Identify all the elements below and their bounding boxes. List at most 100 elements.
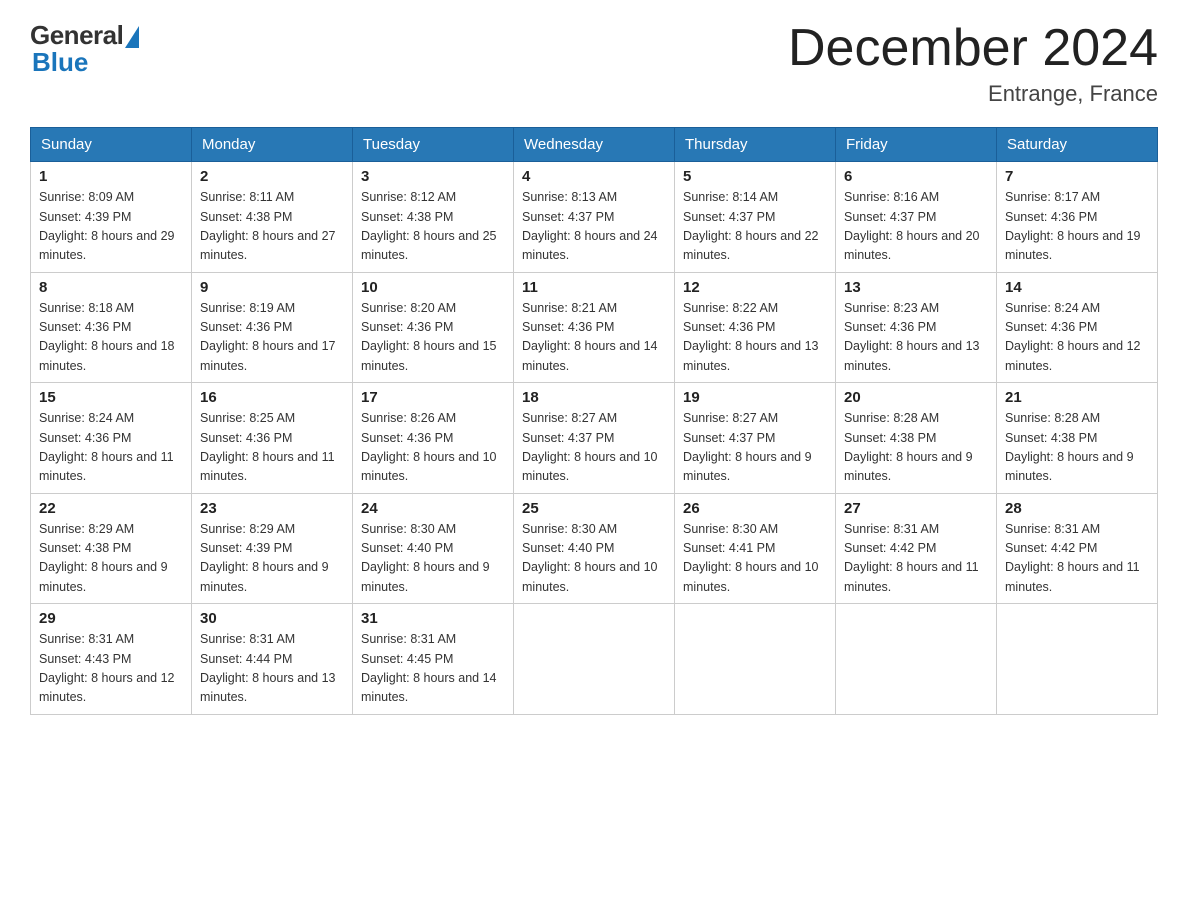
weekday-header-sunday: Sunday bbox=[31, 128, 192, 162]
day-info: Sunrise: 8:12 AMSunset: 4:38 PMDaylight:… bbox=[361, 188, 505, 266]
calendar-day-cell: 24 Sunrise: 8:30 AMSunset: 4:40 PMDayligh… bbox=[353, 493, 514, 604]
day-info: Sunrise: 8:31 AMSunset: 4:42 PMDaylight:… bbox=[844, 520, 988, 598]
calendar-week-row: 22 Sunrise: 8:29 AMSunset: 4:38 PMDayligh… bbox=[31, 493, 1158, 604]
day-number: 16 bbox=[200, 389, 344, 406]
calendar-week-row: 15 Sunrise: 8:24 AMSunset: 4:36 PMDayligh… bbox=[31, 383, 1158, 494]
weekday-header-monday: Monday bbox=[192, 128, 353, 162]
day-number: 15 bbox=[39, 389, 183, 406]
calendar-day-cell: 18 Sunrise: 8:27 AMSunset: 4:37 PMDayligh… bbox=[514, 383, 675, 494]
location-text: Entrange, France bbox=[788, 81, 1158, 107]
calendar-day-cell: 10 Sunrise: 8:20 AMSunset: 4:36 PMDayligh… bbox=[353, 272, 514, 383]
day-number: 18 bbox=[522, 389, 666, 406]
calendar-day-cell bbox=[514, 604, 675, 715]
logo-blue-text: Blue bbox=[32, 47, 88, 78]
day-info: Sunrise: 8:31 AMSunset: 4:43 PMDaylight:… bbox=[39, 630, 183, 708]
day-number: 30 bbox=[200, 610, 344, 627]
logo-triangle-icon bbox=[125, 26, 139, 48]
day-info: Sunrise: 8:31 AMSunset: 4:45 PMDaylight:… bbox=[361, 630, 505, 708]
day-info: Sunrise: 8:27 AMSunset: 4:37 PMDaylight:… bbox=[522, 409, 666, 487]
day-number: 24 bbox=[361, 500, 505, 517]
day-info: Sunrise: 8:28 AMSunset: 4:38 PMDaylight:… bbox=[1005, 409, 1149, 487]
weekday-header-friday: Friday bbox=[836, 128, 997, 162]
day-number: 1 bbox=[39, 168, 183, 185]
day-number: 22 bbox=[39, 500, 183, 517]
calendar-day-cell: 26 Sunrise: 8:30 AMSunset: 4:41 PMDayligh… bbox=[675, 493, 836, 604]
day-info: Sunrise: 8:24 AMSunset: 4:36 PMDaylight:… bbox=[1005, 299, 1149, 377]
day-number: 4 bbox=[522, 168, 666, 185]
calendar-day-cell: 2Sunrise: 8:11 AMSunset: 4:38 PMDaylight… bbox=[192, 162, 353, 273]
day-info: Sunrise: 8:30 AMSunset: 4:40 PMDaylight:… bbox=[522, 520, 666, 598]
calendar-day-cell: 3 Sunrise: 8:12 AMSunset: 4:38 PMDaylight… bbox=[353, 162, 514, 273]
weekday-header-tuesday: Tuesday bbox=[353, 128, 514, 162]
day-info: Sunrise: 8:29 AMSunset: 4:38 PMDaylight:… bbox=[39, 520, 183, 598]
day-info: Sunrise: 8:14 AMSunset: 4:37 PMDaylight:… bbox=[683, 188, 827, 266]
day-info: Sunrise: 8:31 AMSunset: 4:42 PMDaylight:… bbox=[1005, 520, 1149, 598]
calendar-table: SundayMondayTuesdayWednesdayThursdayFrid… bbox=[30, 127, 1158, 715]
day-info: Sunrise: 8:20 AMSunset: 4:36 PMDaylight:… bbox=[361, 299, 505, 377]
calendar-day-cell: 15 Sunrise: 8:24 AMSunset: 4:36 PMDayligh… bbox=[31, 383, 192, 494]
day-number: 12 bbox=[683, 279, 827, 296]
page-header: General Blue December 2024 Entrange, Fra… bbox=[30, 20, 1158, 107]
day-info: Sunrise: 8:30 AMSunset: 4:40 PMDaylight:… bbox=[361, 520, 505, 598]
day-info: Sunrise: 8:18 AMSunset: 4:36 PMDaylight:… bbox=[39, 299, 183, 377]
day-info: Sunrise: 8:21 AMSunset: 4:36 PMDaylight:… bbox=[522, 299, 666, 377]
day-number: 29 bbox=[39, 610, 183, 627]
day-number: 20 bbox=[844, 389, 988, 406]
day-number: 26 bbox=[683, 500, 827, 517]
calendar-week-row: 1Sunrise: 8:09 AMSunset: 4:39 PMDaylight… bbox=[31, 162, 1158, 273]
day-info: Sunrise: 8:28 AMSunset: 4:38 PMDaylight:… bbox=[844, 409, 988, 487]
calendar-day-cell: 16Sunrise: 8:25 AMSunset: 4:36 PMDayligh… bbox=[192, 383, 353, 494]
weekday-header-saturday: Saturday bbox=[997, 128, 1158, 162]
day-number: 31 bbox=[361, 610, 505, 627]
day-info: Sunrise: 8:11 AMSunset: 4:38 PMDaylight:… bbox=[200, 188, 344, 266]
day-number: 13 bbox=[844, 279, 988, 296]
calendar-day-cell: 14 Sunrise: 8:24 AMSunset: 4:36 PMDayligh… bbox=[997, 272, 1158, 383]
calendar-day-cell: 1Sunrise: 8:09 AMSunset: 4:39 PMDaylight… bbox=[31, 162, 192, 273]
calendar-day-cell: 22 Sunrise: 8:29 AMSunset: 4:38 PMDayligh… bbox=[31, 493, 192, 604]
calendar-day-cell: 11 Sunrise: 8:21 AMSunset: 4:36 PMDayligh… bbox=[514, 272, 675, 383]
day-info: Sunrise: 8:13 AMSunset: 4:37 PMDaylight:… bbox=[522, 188, 666, 266]
day-info: Sunrise: 8:16 AMSunset: 4:37 PMDaylight:… bbox=[844, 188, 988, 266]
weekday-header-wednesday: Wednesday bbox=[514, 128, 675, 162]
calendar-day-cell: 19 Sunrise: 8:27 AMSunset: 4:37 PMDayligh… bbox=[675, 383, 836, 494]
day-number: 3 bbox=[361, 168, 505, 185]
day-number: 14 bbox=[1005, 279, 1149, 296]
weekday-header-thursday: Thursday bbox=[675, 128, 836, 162]
calendar-day-cell bbox=[997, 604, 1158, 715]
calendar-day-cell: 29 Sunrise: 8:31 AMSunset: 4:43 PMDayligh… bbox=[31, 604, 192, 715]
calendar-day-cell: 30Sunrise: 8:31 AMSunset: 4:44 PMDayligh… bbox=[192, 604, 353, 715]
day-number: 19 bbox=[683, 389, 827, 406]
calendar-day-cell: 5 Sunrise: 8:14 AMSunset: 4:37 PMDaylight… bbox=[675, 162, 836, 273]
day-info: Sunrise: 8:26 AMSunset: 4:36 PMDaylight:… bbox=[361, 409, 505, 487]
day-info: Sunrise: 8:30 AMSunset: 4:41 PMDaylight:… bbox=[683, 520, 827, 598]
calendar-week-row: 29 Sunrise: 8:31 AMSunset: 4:43 PMDayligh… bbox=[31, 604, 1158, 715]
calendar-day-cell: 25Sunrise: 8:30 AMSunset: 4:40 PMDayligh… bbox=[514, 493, 675, 604]
day-info: Sunrise: 8:29 AMSunset: 4:39 PMDaylight:… bbox=[200, 520, 344, 598]
day-number: 9 bbox=[200, 279, 344, 296]
day-info: Sunrise: 8:22 AMSunset: 4:36 PMDaylight:… bbox=[683, 299, 827, 377]
day-number: 28 bbox=[1005, 500, 1149, 517]
calendar-day-cell: 17 Sunrise: 8:26 AMSunset: 4:36 PMDayligh… bbox=[353, 383, 514, 494]
day-info: Sunrise: 8:23 AMSunset: 4:36 PMDaylight:… bbox=[844, 299, 988, 377]
calendar-day-cell: 7 Sunrise: 8:17 AMSunset: 4:36 PMDaylight… bbox=[997, 162, 1158, 273]
day-info: Sunrise: 8:17 AMSunset: 4:36 PMDaylight:… bbox=[1005, 188, 1149, 266]
day-number: 10 bbox=[361, 279, 505, 296]
calendar-day-cell bbox=[675, 604, 836, 715]
day-number: 6 bbox=[844, 168, 988, 185]
day-info: Sunrise: 8:19 AMSunset: 4:36 PMDaylight:… bbox=[200, 299, 344, 377]
day-number: 21 bbox=[1005, 389, 1149, 406]
calendar-day-cell: 31 Sunrise: 8:31 AMSunset: 4:45 PMDayligh… bbox=[353, 604, 514, 715]
logo: General Blue bbox=[30, 20, 139, 78]
day-info: Sunrise: 8:27 AMSunset: 4:37 PMDaylight:… bbox=[683, 409, 827, 487]
month-title: December 2024 bbox=[788, 20, 1158, 77]
day-number: 7 bbox=[1005, 168, 1149, 185]
day-number: 11 bbox=[522, 279, 666, 296]
title-section: December 2024 Entrange, France bbox=[788, 20, 1158, 107]
calendar-day-cell: 9 Sunrise: 8:19 AMSunset: 4:36 PMDaylight… bbox=[192, 272, 353, 383]
day-info: Sunrise: 8:24 AMSunset: 4:36 PMDaylight:… bbox=[39, 409, 183, 487]
day-number: 5 bbox=[683, 168, 827, 185]
day-number: 17 bbox=[361, 389, 505, 406]
day-number: 8 bbox=[39, 279, 183, 296]
calendar-day-cell: 23Sunrise: 8:29 AMSunset: 4:39 PMDayligh… bbox=[192, 493, 353, 604]
calendar-day-cell bbox=[836, 604, 997, 715]
